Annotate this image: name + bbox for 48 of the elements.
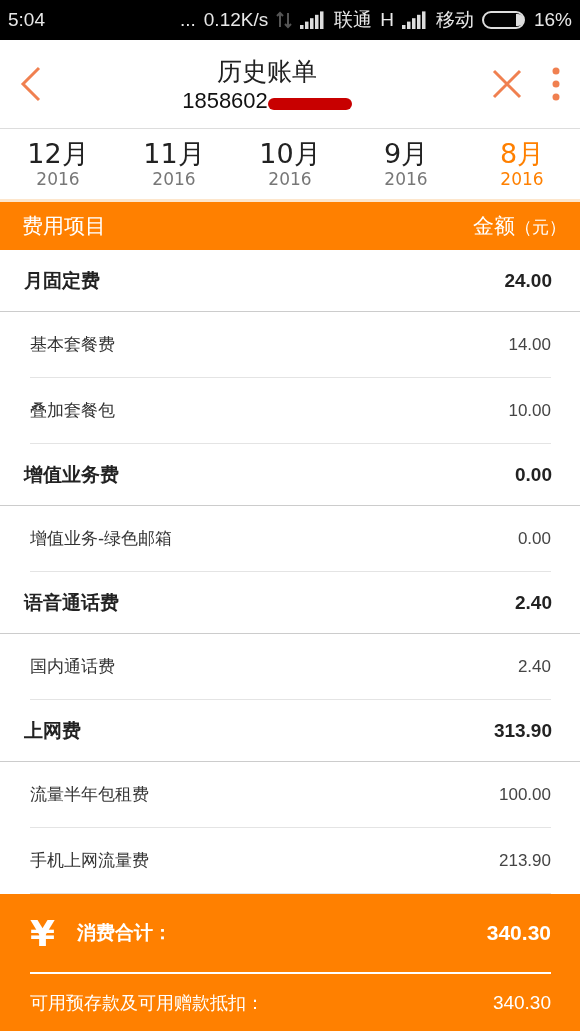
more-dots: ... (179, 9, 196, 31)
network-type: H (380, 9, 394, 31)
item-name: 流量半年包租费 (30, 783, 149, 806)
month-tab[interactable]: 10月 2016 (232, 129, 348, 199)
battery-level: 16% (533, 9, 572, 31)
close-icon[interactable] (492, 69, 522, 99)
category-name: 上网费 (24, 717, 81, 743)
more-icon[interactable] (552, 67, 560, 101)
signal-icon (300, 11, 327, 29)
category-name: 语音通话费 (24, 589, 119, 615)
deduction-amount: 340.30 (492, 991, 551, 1014)
item-amount: 0.00 (517, 528, 551, 549)
battery-icon (481, 10, 526, 30)
month-tab[interactable]: 12月 2016 (0, 129, 116, 199)
back-icon[interactable] (20, 66, 42, 102)
item-amount: 100.00 (499, 784, 551, 805)
category-amount: 313.90 (493, 719, 552, 742)
month-tab[interactable]: 11月 2016 (116, 129, 232, 199)
carrier-name: 联通 (334, 8, 373, 32)
unit-label: （元） (515, 216, 566, 239)
category-name: 月固定费 (24, 267, 100, 293)
month-tab[interactable]: 9月 2016 (348, 129, 464, 199)
item-amount: 2.40 (517, 656, 551, 677)
category-name: 增值业务费 (24, 461, 119, 487)
page-title: 历史账单 (217, 55, 317, 88)
total-label: 消费合计： (77, 920, 174, 945)
item-name: 叠加套餐包 (30, 399, 115, 422)
clock: 5:04 (8, 9, 45, 31)
yen-symbol: ¥ (30, 912, 56, 954)
column-header: 费用项目 (22, 213, 106, 240)
phone-number: 1858602 (182, 87, 268, 114)
column-header: 金额 (473, 213, 515, 240)
deduction-label: 可用预存款及可用赠款抵扣： (30, 990, 264, 1015)
total-amount: 340.30 (486, 921, 551, 945)
category-amount: 0.00 (515, 463, 552, 486)
item-amount: 14.00 (508, 334, 551, 355)
carrier-name: 移动 (435, 8, 474, 32)
category-amount: 2.40 (515, 591, 552, 614)
item-amount: 10.00 (508, 400, 551, 421)
item-name: 手机上网流量费 (30, 849, 149, 872)
signal-icon (401, 11, 428, 29)
data-arrows-icon (276, 11, 293, 29)
item-name: 基本套餐费 (30, 333, 115, 356)
network-speed: 0.12K/s (203, 9, 269, 31)
item-name: 国内通话费 (30, 655, 115, 678)
category-amount: 24.00 (504, 269, 552, 292)
item-name: 增值业务-绿色邮箱 (30, 527, 173, 550)
item-amount: 213.90 (499, 850, 551, 871)
